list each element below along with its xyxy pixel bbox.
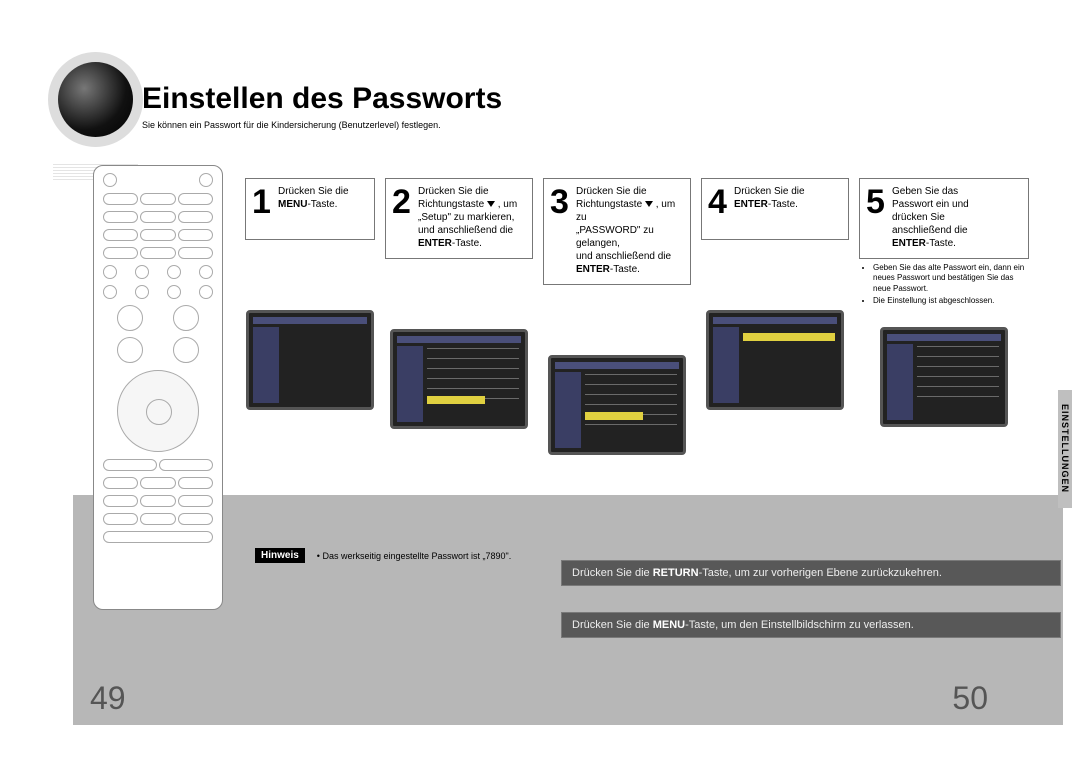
step-number: 3 — [550, 185, 576, 219]
step-number: 1 — [252, 185, 278, 219]
hinweis-tag: Hinweis — [255, 548, 305, 563]
step-number: 5 — [866, 185, 892, 219]
screenshot-3 — [548, 355, 686, 455]
page-number-left: 49 — [90, 680, 126, 717]
step-text: Drücken Sie die Richtungstaste , um „Set… — [418, 185, 517, 250]
page-number-right: 50 — [952, 680, 988, 717]
side-tab-einstellungen: EINSTELLUNGEN — [1058, 390, 1072, 508]
hinweis-text: • Das werkseitig eingestellte Passwort i… — [317, 551, 511, 561]
screenshot-5 — [880, 327, 1008, 427]
step-number: 4 — [708, 185, 734, 219]
page-title: Einstellen des Passworts — [142, 82, 502, 116]
step-text: Drücken Sie die Richtungstaste , um zu „… — [576, 185, 684, 276]
hinweis-row: Hinweis • Das werkseitig eingestellte Pa… — [255, 548, 511, 563]
speaker-graphic — [48, 52, 143, 147]
page-subtitle: Sie können ein Passwort für die Kindersi… — [142, 120, 441, 130]
steps-row: 1 Drücken Sie die MENU-Taste. 2 Drücken … — [245, 178, 1029, 470]
note-return: Drücken Sie die RETURN-Taste, um zur vor… — [561, 560, 1061, 586]
step-5: 5 Geben Sie das Passwort ein und drücken… — [859, 178, 1029, 470]
step-text: Drücken Sie die ENTER-Taste. — [734, 185, 805, 211]
screenshot-2 — [390, 329, 528, 429]
step-number: 2 — [392, 185, 418, 219]
chevron-down-icon — [645, 201, 653, 207]
step-5-notes: Geben Sie das alte Passwort ein, dann ei… — [859, 263, 1029, 309]
manual-spread: Einstellen des Passworts Sie können ein … — [0, 0, 1080, 763]
step-text: Geben Sie das Passwort ein und drücken S… — [892, 185, 969, 250]
chevron-down-icon — [487, 201, 495, 207]
step-1: 1 Drücken Sie die MENU-Taste. — [245, 178, 375, 470]
note-menu: Drücken Sie die MENU-Taste, um den Einst… — [561, 612, 1061, 638]
step-4: 4 Drücken Sie die ENTER-Taste. — [701, 178, 849, 470]
step-2: 2 Drücken Sie die Richtungstaste , um „S… — [385, 178, 533, 470]
step-3: 3 Drücken Sie die Richtungstaste , um zu… — [543, 178, 691, 470]
screenshot-1 — [246, 310, 374, 410]
screenshot-4 — [706, 310, 844, 410]
step-text: Drücken Sie die MENU-Taste. — [278, 185, 349, 211]
remote-control-illustration — [93, 165, 223, 610]
